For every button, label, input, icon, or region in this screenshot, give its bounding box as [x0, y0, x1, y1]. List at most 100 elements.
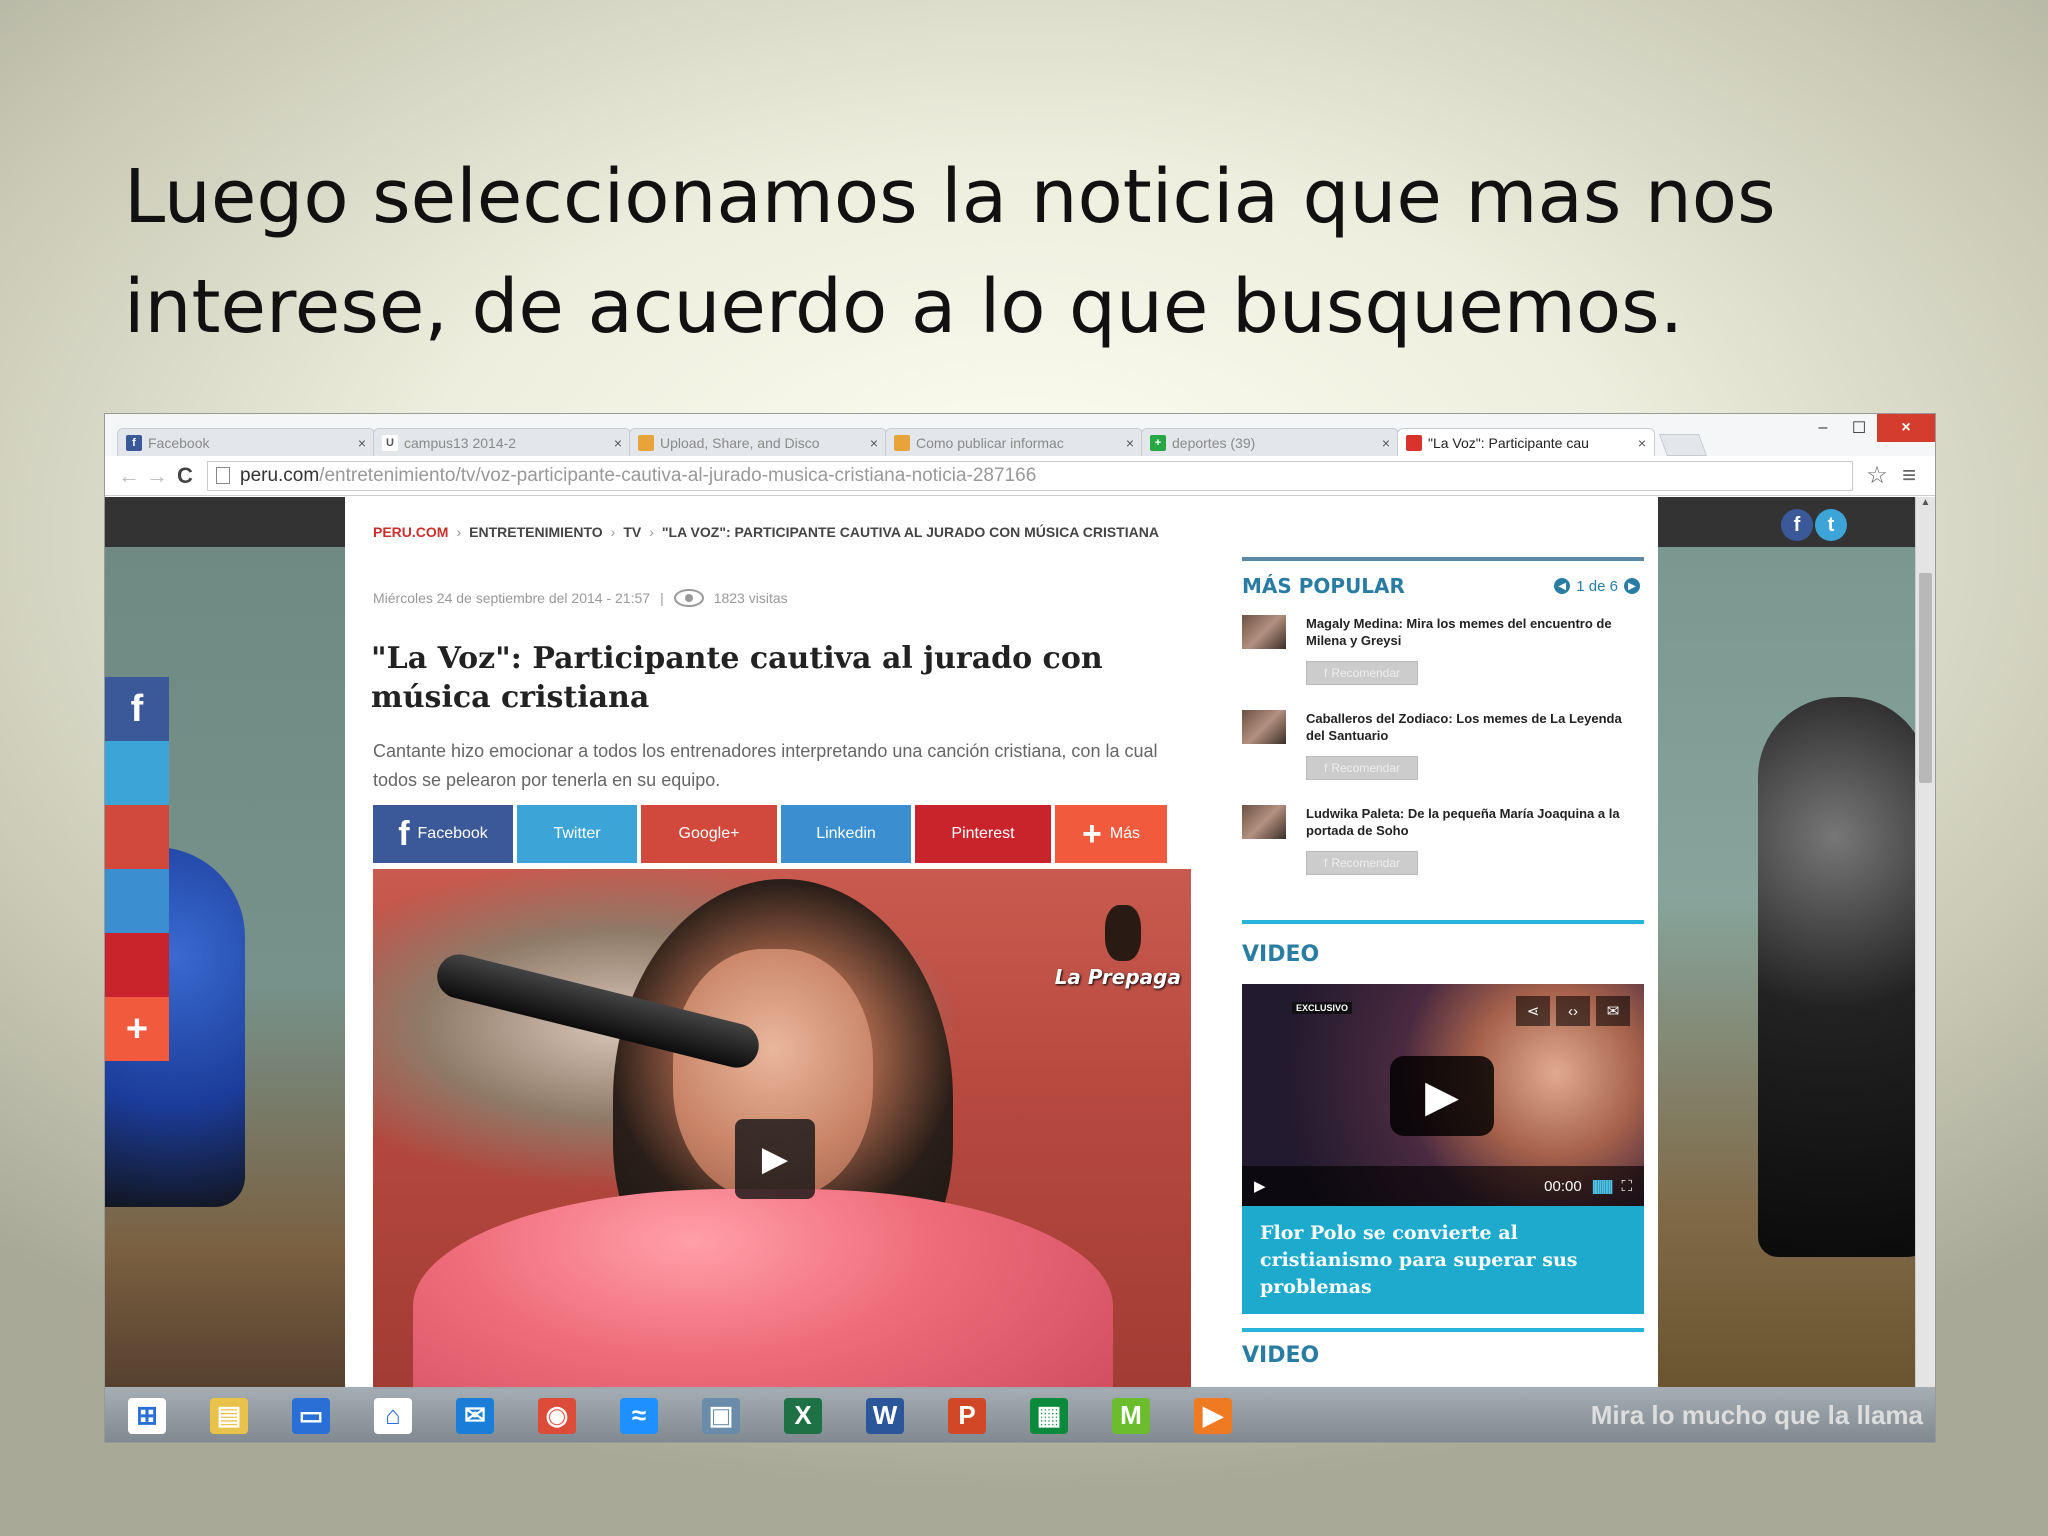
recommend-button[interactable]: f Recomendar	[1306, 756, 1418, 780]
close-icon[interactable]: ×	[1382, 435, 1390, 451]
share-button-label: Google+	[678, 825, 740, 842]
app-icon[interactable]: ≈	[609, 1392, 669, 1440]
popular-item[interactable]: Ludwika Paleta: De la pequeña María Joaq…	[1242, 801, 1644, 896]
email-icon[interactable]: ✉	[1596, 996, 1630, 1026]
browser-tab[interactable]: Como publicar informac ×	[885, 428, 1143, 456]
video-player[interactable]: EXCLUSIVO ⋖ ‹› ✉ ▶ ▶ 00:00 ||||||||| ⛶	[1242, 984, 1644, 1206]
share-buttons: f Facebook Twitter Google+ Linkedin Pinterest…	[373, 805, 1167, 863]
media-player-icon[interactable]: ▶	[1183, 1392, 1243, 1440]
video-play-icon[interactable]: ▶	[1390, 1056, 1494, 1136]
close-icon[interactable]: ×	[1126, 435, 1134, 451]
share-google-button[interactable]: Google+	[641, 805, 777, 863]
reload-icon[interactable]: C	[171, 463, 199, 489]
new-tab-button[interactable]	[1658, 434, 1708, 456]
recommend-button[interactable]: f Recomendar	[1306, 661, 1418, 685]
pinterest-icon[interactable]	[105, 933, 169, 997]
store-icon[interactable]: ▦	[1019, 1392, 1079, 1440]
share-ms-button[interactable]: + Más	[1055, 805, 1167, 863]
windows-start-icon[interactable]: ⊞	[117, 1392, 177, 1440]
maximize-button[interactable]: ☐	[1841, 414, 1877, 442]
outlook-icon[interactable]: ✉	[445, 1392, 505, 1440]
share-button-label: Linkedin	[816, 825, 876, 842]
share-facebook-button[interactable]: f Facebook	[373, 805, 513, 863]
excel-icon[interactable]: X	[773, 1392, 833, 1440]
twitter-icon[interactable]: t	[1815, 509, 1847, 541]
close-icon[interactable]: ×	[870, 435, 878, 451]
next-arrow-icon[interactable]: ▶	[1624, 578, 1640, 594]
word-icon[interactable]: W	[855, 1392, 915, 1440]
popular-thumbnail[interactable]	[1242, 615, 1286, 649]
header-social-links: f t	[1781, 509, 1847, 541]
share-icon[interactable]: ⋖	[1516, 996, 1550, 1026]
powerpoint-icon[interactable]: P	[937, 1392, 997, 1440]
share-twitter-button[interactable]: Twitter	[517, 805, 637, 863]
browser-tab[interactable]: Upload, Share, and Disco ×	[629, 428, 887, 456]
browser-tab[interactable]: f Facebook ×	[117, 428, 375, 456]
popular-item[interactable]: Magaly Medina: Mira los memes del encuen…	[1242, 611, 1644, 706]
breadcrumb: PERU.COM › ENTRETENIMIENTO › TV › "LA VOZ": PA…	[373, 519, 1213, 545]
popular-link[interactable]: Ludwika Paleta: De la pequeña María Joaq…	[1306, 805, 1644, 839]
chrome-icon[interactable]: ◉	[527, 1392, 587, 1440]
desktop-icon[interactable]: ▭	[281, 1392, 341, 1440]
popular-thumbnail[interactable]	[1242, 710, 1286, 744]
photo-play-icon[interactable]: ▶	[735, 1119, 815, 1199]
home-glyph: ⌂	[374, 1397, 412, 1434]
popular-item[interactable]: Caballeros del Zodiaco: Los memes de La …	[1242, 706, 1644, 801]
popular-thumbnail[interactable]	[1242, 805, 1286, 839]
close-icon[interactable]: ×	[614, 435, 622, 451]
recommend-label: Recomendar	[1331, 856, 1401, 870]
browser-menu-icon[interactable]: ≡	[1893, 462, 1925, 490]
embed-icon[interactable]: ‹›	[1556, 996, 1590, 1026]
background-figure-right	[1758, 697, 1928, 1257]
plus-icon[interactable]: +	[105, 997, 169, 1061]
home-icon[interactable]: ⌂	[363, 1392, 423, 1440]
article-photo[interactable]: La Prepaga ▶	[373, 869, 1191, 1389]
forward-arrow-icon[interactable]: →	[143, 463, 171, 489]
linkedin-icon[interactable]	[105, 869, 169, 933]
video-caption[interactable]: Flor Polo se convierte al cristianismo p…	[1242, 1206, 1644, 1315]
popular-pager: ◀ 1 de 6 ▶	[1554, 578, 1640, 595]
recommend-button[interactable]: f Recomendar	[1306, 851, 1418, 875]
bookmark-star-icon[interactable]: ☆	[1861, 461, 1893, 490]
browser-tab[interactable]: Ucampus13 2014-2 ×	[373, 428, 631, 456]
scroll-thumb[interactable]	[1919, 573, 1932, 783]
file-explorer-icon[interactable]: ▤	[199, 1392, 259, 1440]
previous-arrow-icon[interactable]: ◀	[1554, 578, 1571, 594]
facebook-icon[interactable]: f	[105, 677, 169, 741]
slideshare-icon	[638, 434, 654, 451]
vertical-scrollbar[interactable]: ▲	[1915, 497, 1935, 1387]
fullscreen-icon[interactable]: ⛶	[1621, 1178, 1632, 1195]
minimize-button[interactable]: –	[1805, 414, 1841, 442]
browser-tab[interactable]: + deportes (39) ×	[1141, 428, 1399, 456]
movistar-icon[interactable]: M	[1101, 1392, 1161, 1440]
popular-link[interactable]: Magaly Medina: Mira los memes del encuen…	[1306, 615, 1644, 649]
breadcrumb-subsection-link[interactable]: TV	[623, 524, 641, 540]
control-play-icon[interactable]: ▶	[1254, 1177, 1266, 1195]
facebook-icon: f	[1323, 761, 1328, 775]
popular-link[interactable]: Caballeros del Zodiaco: Los memes de La …	[1306, 710, 1644, 744]
share-button-label: Twitter	[553, 825, 601, 842]
share-linkedin-button[interactable]: Linkedin	[781, 805, 911, 863]
close-icon[interactable]: ×	[358, 435, 366, 451]
browser-tab[interactable]: "La Voz": Participante cau ×	[1397, 428, 1655, 456]
share-button-label: Facebook	[417, 825, 488, 842]
breadcrumb-section-link[interactable]: ENTRETENIMIENTO	[469, 524, 603, 540]
photo-watermark: La Prepaga	[1054, 905, 1181, 989]
article-headline: "La Voz": Participante cautiva al jurado…	[371, 641, 1103, 715]
scroll-up-icon[interactable]: ▲	[1916, 497, 1935, 513]
movistar-glyph: M	[1112, 1397, 1150, 1434]
photo-viewer-icon[interactable]: ▣	[691, 1392, 751, 1440]
share-pinterest-button[interactable]: Pinterest	[915, 805, 1051, 863]
google-plus-icon[interactable]	[105, 805, 169, 869]
volume-icon[interactable]: |||||||||	[1592, 1178, 1614, 1195]
meta-separator: |	[660, 590, 664, 606]
video-card[interactable]: EXCLUSIVO ⋖ ‹› ✉ ▶ ▶ 00:00 ||||||||| ⛶ F…	[1242, 984, 1644, 1314]
close-window-button[interactable]: ×	[1877, 414, 1935, 442]
url-input[interactable]: peru.com/entretenimiento/tv/voz-particip…	[207, 460, 1853, 491]
breadcrumb-home-link[interactable]: PERU.COM	[373, 524, 448, 540]
facebook-icon[interactable]: f	[1781, 509, 1813, 541]
back-arrow-icon[interactable]: ←	[115, 463, 143, 489]
twitter-icon[interactable]	[105, 741, 169, 805]
sidebar: MÁS POPULAR ◀ 1 de 6 ▶ Magaly Medina: Mi…	[1242, 557, 1644, 1368]
close-icon[interactable]: ×	[1638, 435, 1646, 451]
